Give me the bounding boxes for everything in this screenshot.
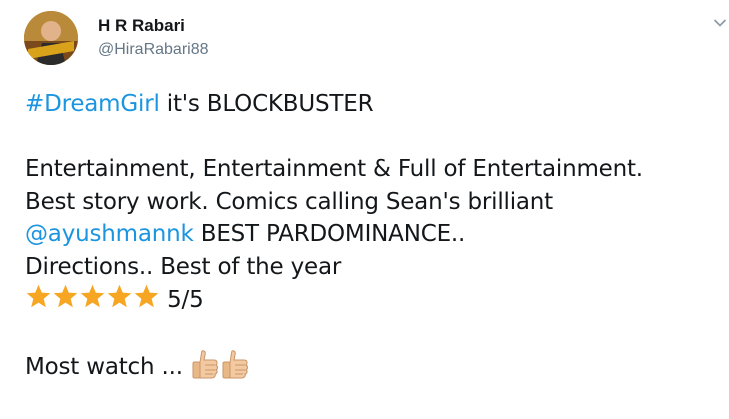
thumbs-up-icon xyxy=(222,350,248,379)
tweet-text-segment: it's BLOCKBUSTER xyxy=(159,91,374,117)
author-name[interactable]: H R Rabari xyxy=(98,16,185,36)
tweet-text-segment: BEST PARDOMINANCE.. xyxy=(193,221,466,247)
star-icon xyxy=(53,284,78,308)
tweet-line: Best story work. Comics calling Sean's b… xyxy=(25,188,553,215)
star-icon xyxy=(80,284,105,308)
star-rating xyxy=(25,283,160,320)
mention-link[interactable]: @ayushmannk xyxy=(25,221,194,247)
tweet-line: @ayushmannk BEST PARDOMINANCE.. xyxy=(25,218,721,251)
tweet-line: Directions.. Best of the year xyxy=(25,253,342,280)
tweet-text-segment: Most watch ... xyxy=(25,354,190,380)
rating-text: 5/5 xyxy=(167,287,204,313)
avatar[interactable] xyxy=(24,11,78,65)
star-icon xyxy=(26,284,51,308)
thumbs-up-icon xyxy=(192,350,218,379)
author-handle[interactable]: @HiraRabari88 xyxy=(98,41,209,59)
rating-line: 5/5 xyxy=(25,283,721,316)
tweet-line: #DreamGirl it's BLOCKBUSTER xyxy=(25,88,721,121)
star-icon xyxy=(107,284,132,308)
tweet-line: Most watch ... xyxy=(25,348,721,381)
tweet-text: #DreamGirl it's BLOCKBUSTER Entertainmen… xyxy=(25,88,721,381)
hashtag-link[interactable]: #DreamGirl xyxy=(25,91,160,117)
tweet-line: Entertainment, Entertainment & Full of E… xyxy=(25,156,643,182)
chevron-down-icon[interactable] xyxy=(713,18,727,28)
star-icon xyxy=(134,284,159,308)
emoji-group xyxy=(190,350,250,380)
